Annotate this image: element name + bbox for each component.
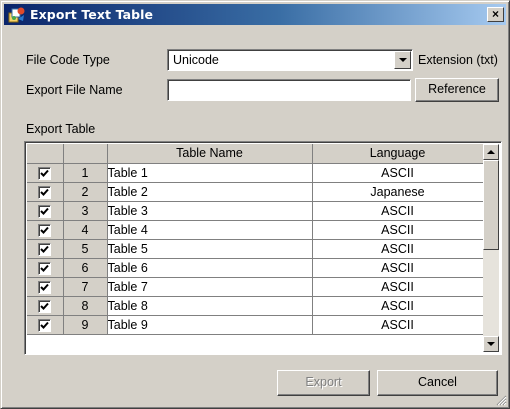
language-cell[interactable]: ASCII bbox=[312, 315, 484, 335]
scroll-up-button[interactable] bbox=[483, 144, 499, 160]
chevron-down-icon bbox=[399, 58, 407, 62]
checkmark-icon bbox=[40, 283, 49, 291]
row-number: 4 bbox=[63, 220, 108, 240]
export-table-grid[interactable]: Table Name Language 1 Table 1 ASCII 2 Table … bbox=[24, 141, 502, 355]
table-name-cell[interactable]: Table 3 bbox=[107, 201, 313, 221]
table-row[interactable]: 7 Table 7 ASCII bbox=[27, 277, 484, 297]
table-row[interactable]: 5 Table 5 ASCII bbox=[27, 239, 484, 259]
row-number: 1 bbox=[63, 163, 108, 183]
checkmark-icon bbox=[40, 321, 49, 329]
row-number: 9 bbox=[63, 315, 108, 335]
table-row[interactable]: 2 Table 2 Japanese bbox=[27, 182, 484, 202]
language-cell[interactable]: ASCII bbox=[312, 201, 484, 221]
table-row[interactable]: 4 Table 4 ASCII bbox=[27, 220, 484, 240]
column-header-language[interactable]: Language bbox=[312, 144, 484, 164]
checkmark-icon bbox=[40, 302, 49, 310]
row-checkbox-cell[interactable] bbox=[27, 163, 64, 183]
language-cell[interactable]: ASCII bbox=[312, 296, 484, 316]
row-number: 7 bbox=[63, 277, 108, 297]
row-checkbox-cell[interactable] bbox=[27, 258, 64, 278]
table-name-cell[interactable]: Table 7 bbox=[107, 277, 313, 297]
table-name-cell[interactable]: Table 9 bbox=[107, 315, 313, 335]
table-name-cell[interactable]: Table 6 bbox=[107, 258, 313, 278]
table-name-cell[interactable]: Table 2 bbox=[107, 182, 313, 202]
row-checkbox[interactable] bbox=[38, 299, 52, 313]
checkmark-icon bbox=[40, 169, 49, 177]
language-cell[interactable]: ASCII bbox=[312, 163, 484, 183]
row-number: 3 bbox=[63, 201, 108, 221]
checkmark-icon bbox=[40, 188, 49, 196]
table-name-cell[interactable]: Table 1 bbox=[107, 163, 313, 183]
extension-label: Extension (txt) bbox=[418, 53, 498, 67]
row-checkbox-cell[interactable] bbox=[27, 239, 64, 259]
row-checkbox[interactable] bbox=[38, 318, 52, 332]
row-checkbox[interactable] bbox=[38, 261, 52, 275]
table-row[interactable]: 8 Table 8 ASCII bbox=[27, 296, 484, 316]
language-cell[interactable]: Japanese bbox=[312, 182, 484, 202]
row-number: 5 bbox=[63, 239, 108, 259]
row-checkbox-cell[interactable] bbox=[27, 315, 64, 335]
cancel-button[interactable]: Cancel bbox=[377, 370, 498, 396]
title-bar[interactable]: Export Text Table × bbox=[4, 4, 506, 25]
window-title: Export Text Table bbox=[30, 7, 154, 22]
row-number: 8 bbox=[63, 296, 108, 316]
export-table: Table Name Language 1 Table 1 ASCII 2 Table … bbox=[27, 144, 484, 335]
checkmark-icon bbox=[40, 207, 49, 215]
row-checkbox[interactable] bbox=[38, 223, 52, 237]
table-row[interactable]: 3 Table 3 ASCII bbox=[27, 201, 484, 221]
checkmark-icon bbox=[40, 264, 49, 272]
arrow-down-icon bbox=[487, 342, 495, 346]
row-checkbox-cell[interactable] bbox=[27, 277, 64, 297]
table-row[interactable]: 9 Table 9 ASCII bbox=[27, 315, 484, 335]
row-number: 6 bbox=[63, 258, 108, 278]
row-checkbox[interactable] bbox=[38, 242, 52, 256]
checkmark-icon bbox=[40, 245, 49, 253]
scroll-thumb[interactable] bbox=[483, 160, 499, 250]
row-checkbox[interactable] bbox=[38, 185, 52, 199]
scroll-down-button[interactable] bbox=[483, 336, 499, 352]
table-row[interactable]: 6 Table 6 ASCII bbox=[27, 258, 484, 278]
export-text-table-dialog: Export Text Table × File Code Type Unico… bbox=[0, 0, 510, 409]
table-header-row: Table Name Language bbox=[27, 144, 484, 164]
export-file-name-field[interactable] bbox=[167, 79, 411, 101]
row-checkbox[interactable] bbox=[38, 204, 52, 218]
file-code-type-label: File Code Type bbox=[26, 53, 110, 67]
reference-button[interactable]: Reference bbox=[415, 78, 499, 102]
language-cell[interactable]: ASCII bbox=[312, 239, 484, 259]
file-code-type-value: Unicode bbox=[173, 53, 219, 67]
close-icon: × bbox=[491, 7, 499, 21]
arrow-up-icon bbox=[487, 150, 495, 154]
app-icon bbox=[8, 6, 26, 23]
vertical-scrollbar[interactable] bbox=[483, 144, 499, 352]
close-button[interactable]: × bbox=[487, 7, 504, 22]
table-name-cell[interactable]: Table 4 bbox=[107, 220, 313, 240]
table-name-cell[interactable]: Table 8 bbox=[107, 296, 313, 316]
column-header-check[interactable] bbox=[27, 144, 64, 164]
export-table-label: Export Table bbox=[26, 122, 96, 136]
row-checkbox-cell[interactable] bbox=[27, 296, 64, 316]
row-checkbox-cell[interactable] bbox=[27, 182, 64, 202]
table-name-cell[interactable]: Table 5 bbox=[107, 239, 313, 259]
row-checkbox-cell[interactable] bbox=[27, 220, 64, 240]
export-file-name-label: Export File Name bbox=[26, 83, 123, 97]
column-header-table-name[interactable]: Table Name bbox=[107, 144, 313, 164]
checkmark-icon bbox=[40, 226, 49, 234]
language-cell[interactable]: ASCII bbox=[312, 277, 484, 297]
row-checkbox[interactable] bbox=[38, 280, 52, 294]
file-code-type-select[interactable]: Unicode bbox=[167, 49, 413, 71]
export-button[interactable]: Export bbox=[277, 370, 370, 396]
language-cell[interactable]: ASCII bbox=[312, 220, 484, 240]
language-cell[interactable]: ASCII bbox=[312, 258, 484, 278]
row-checkbox[interactable] bbox=[38, 166, 52, 180]
column-header-number[interactable] bbox=[63, 144, 108, 164]
table-row[interactable]: 1 Table 1 ASCII bbox=[27, 163, 484, 183]
dropdown-button[interactable] bbox=[394, 51, 411, 69]
row-number: 2 bbox=[63, 182, 108, 202]
row-checkbox-cell[interactable] bbox=[27, 201, 64, 221]
resize-grip-icon[interactable] bbox=[495, 394, 507, 406]
